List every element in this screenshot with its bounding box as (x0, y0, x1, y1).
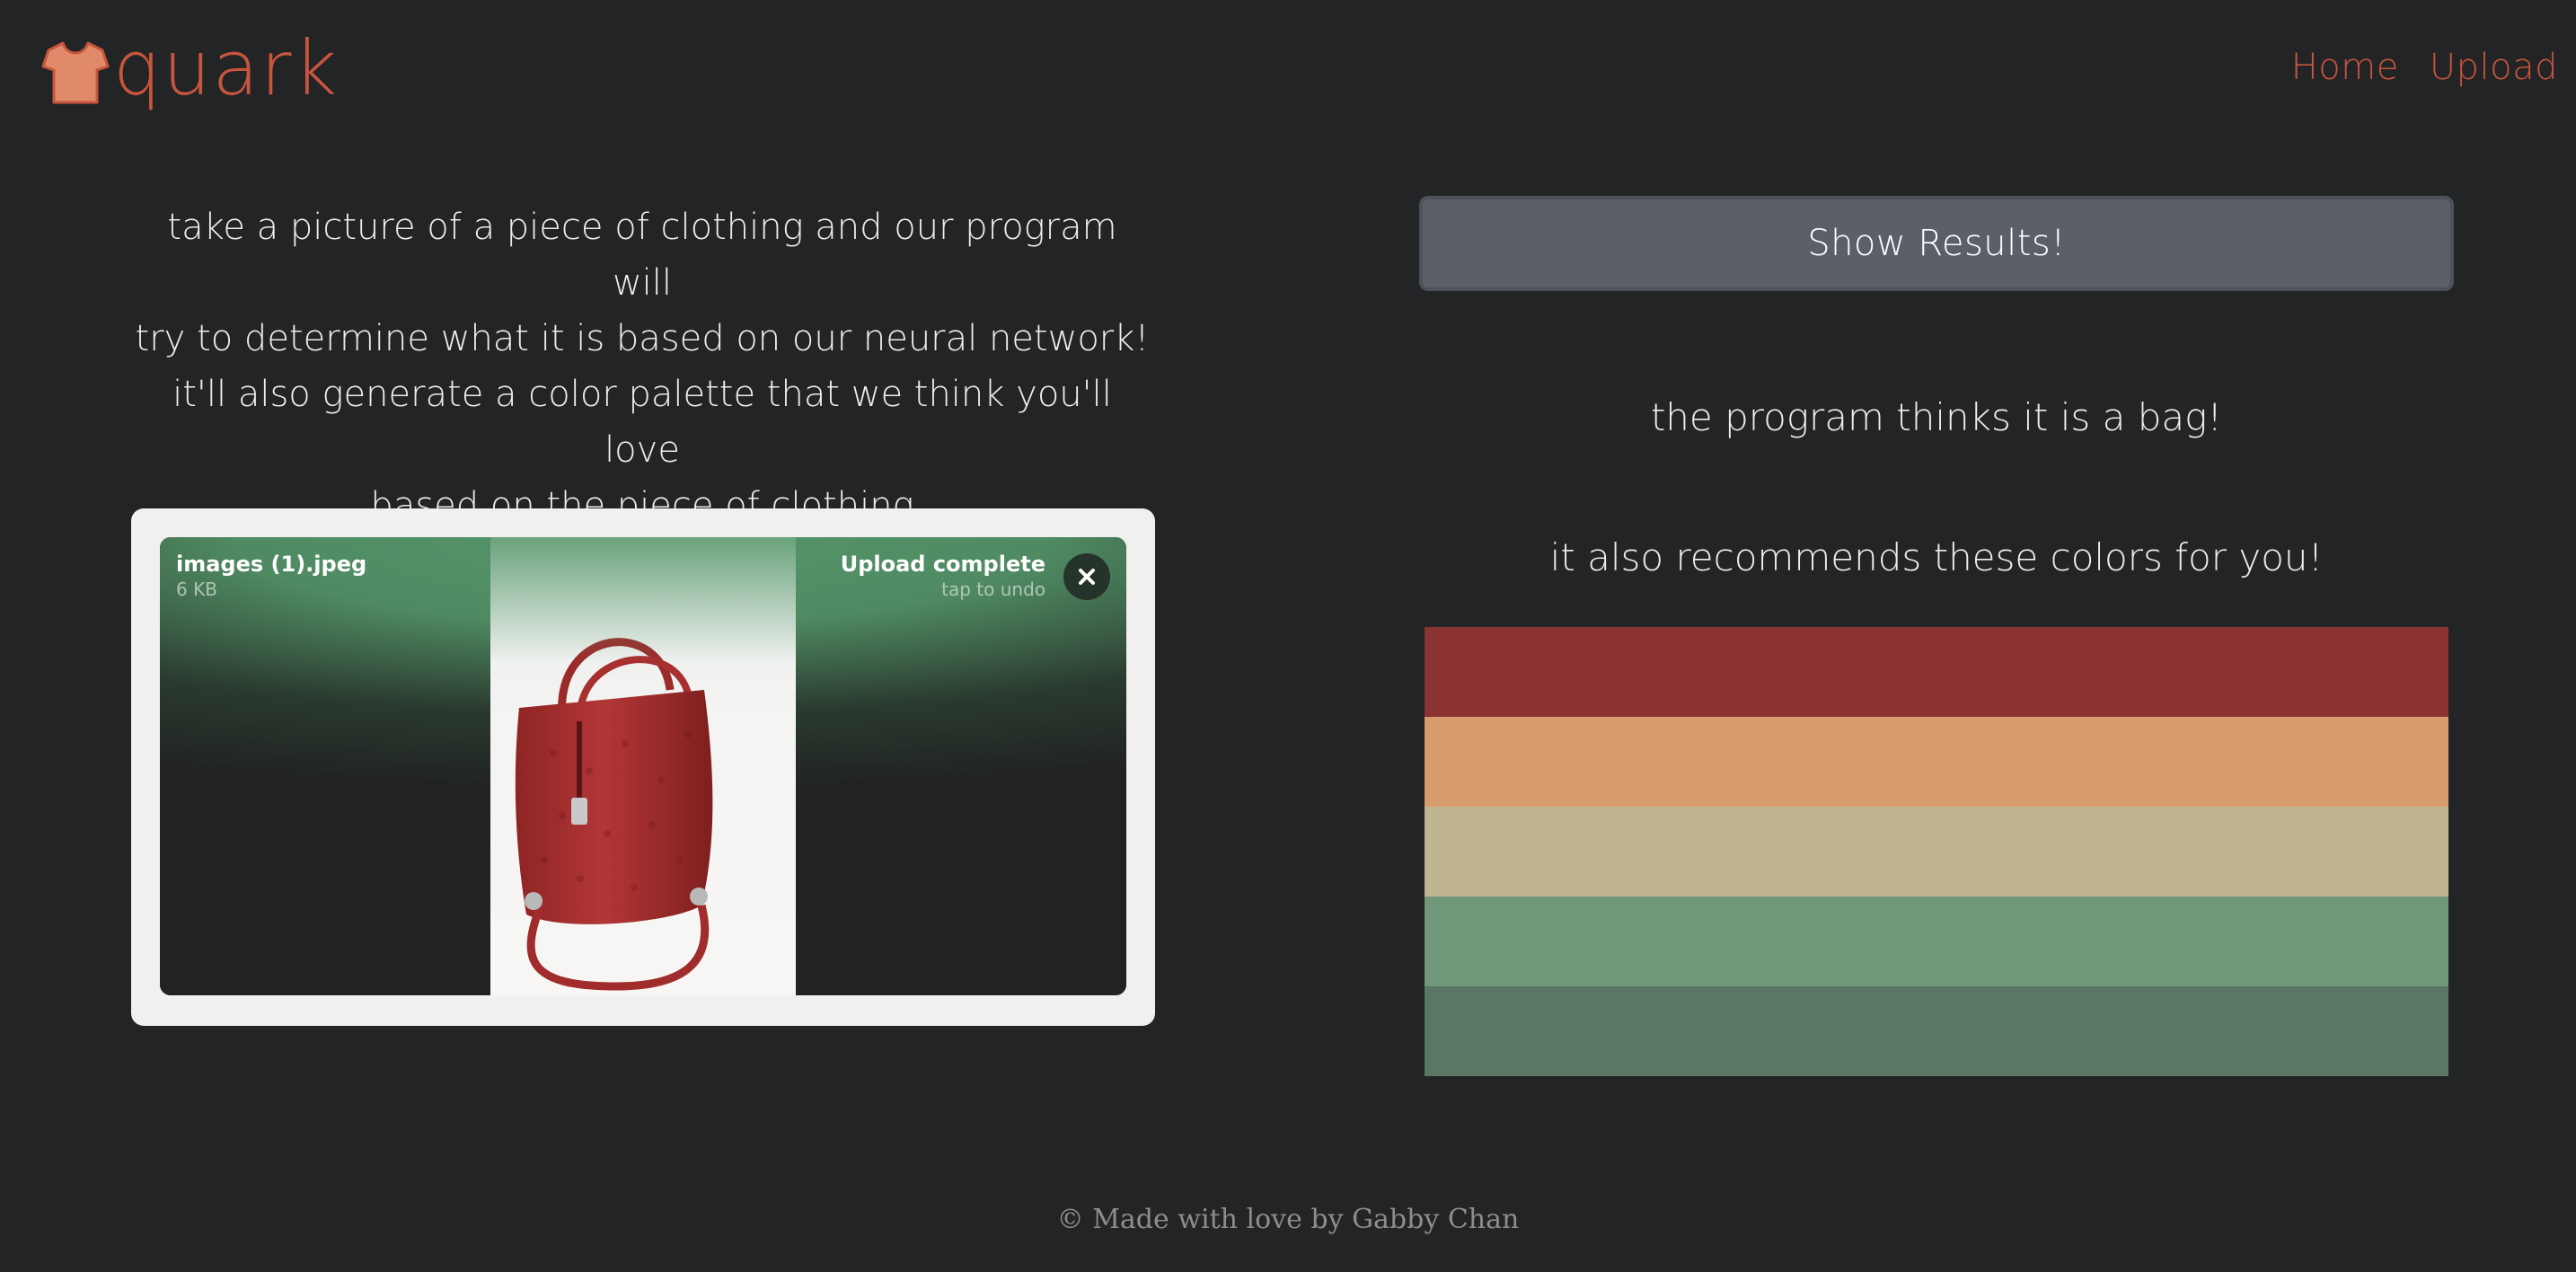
bag-image (515, 638, 713, 991)
tshirt-icon (41, 41, 110, 104)
intro-line: it'll also generate a color palette that… (172, 374, 1112, 471)
intro-description: take a picture of a piece of clothing an… (135, 199, 1150, 534)
nav-home-link[interactable]: Home (2291, 47, 2399, 88)
color-palette (1425, 627, 2448, 1076)
close-icon (1079, 569, 1095, 585)
palette-swatch (1425, 807, 2448, 897)
uploaded-image-preview (490, 537, 796, 995)
prediction-text: the program thinks it is a bag! (1650, 395, 2223, 439)
nav-upload-link[interactable]: Upload (2430, 47, 2558, 88)
file-name: images (1).jpeg (176, 552, 367, 577)
recommendation-text: it also recommends these colors for you! (1549, 535, 2324, 579)
logo[interactable]: quark (41, 27, 339, 117)
palette-swatch (1425, 717, 2448, 807)
file-size: 6 KB (176, 579, 217, 600)
intro-line: try to determine what it is based on our… (135, 318, 1150, 359)
top-nav: Home Upload (2291, 47, 2558, 88)
show-results-button[interactable]: Show Results! (1419, 196, 2454, 291)
logo-text: quark (113, 24, 340, 112)
palette-swatch (1425, 897, 2448, 986)
remove-file-button[interactable] (1063, 553, 1110, 600)
intro-line: take a picture of a piece of clothing an… (167, 207, 1117, 304)
undo-hint[interactable]: tap to undo (941, 579, 1045, 600)
footer-credit: © Made with love by Gabby Chan (1056, 1204, 1520, 1235)
palette-swatch (1425, 986, 2448, 1076)
upload-dropzone[interactable]: images (1).jpeg 6 KB Upload complete tap… (131, 508, 1155, 1026)
uploaded-file-item[interactable]: images (1).jpeg 6 KB Upload complete tap… (160, 537, 1126, 995)
palette-swatch (1425, 627, 2448, 717)
upload-status: Upload complete (840, 552, 1045, 577)
